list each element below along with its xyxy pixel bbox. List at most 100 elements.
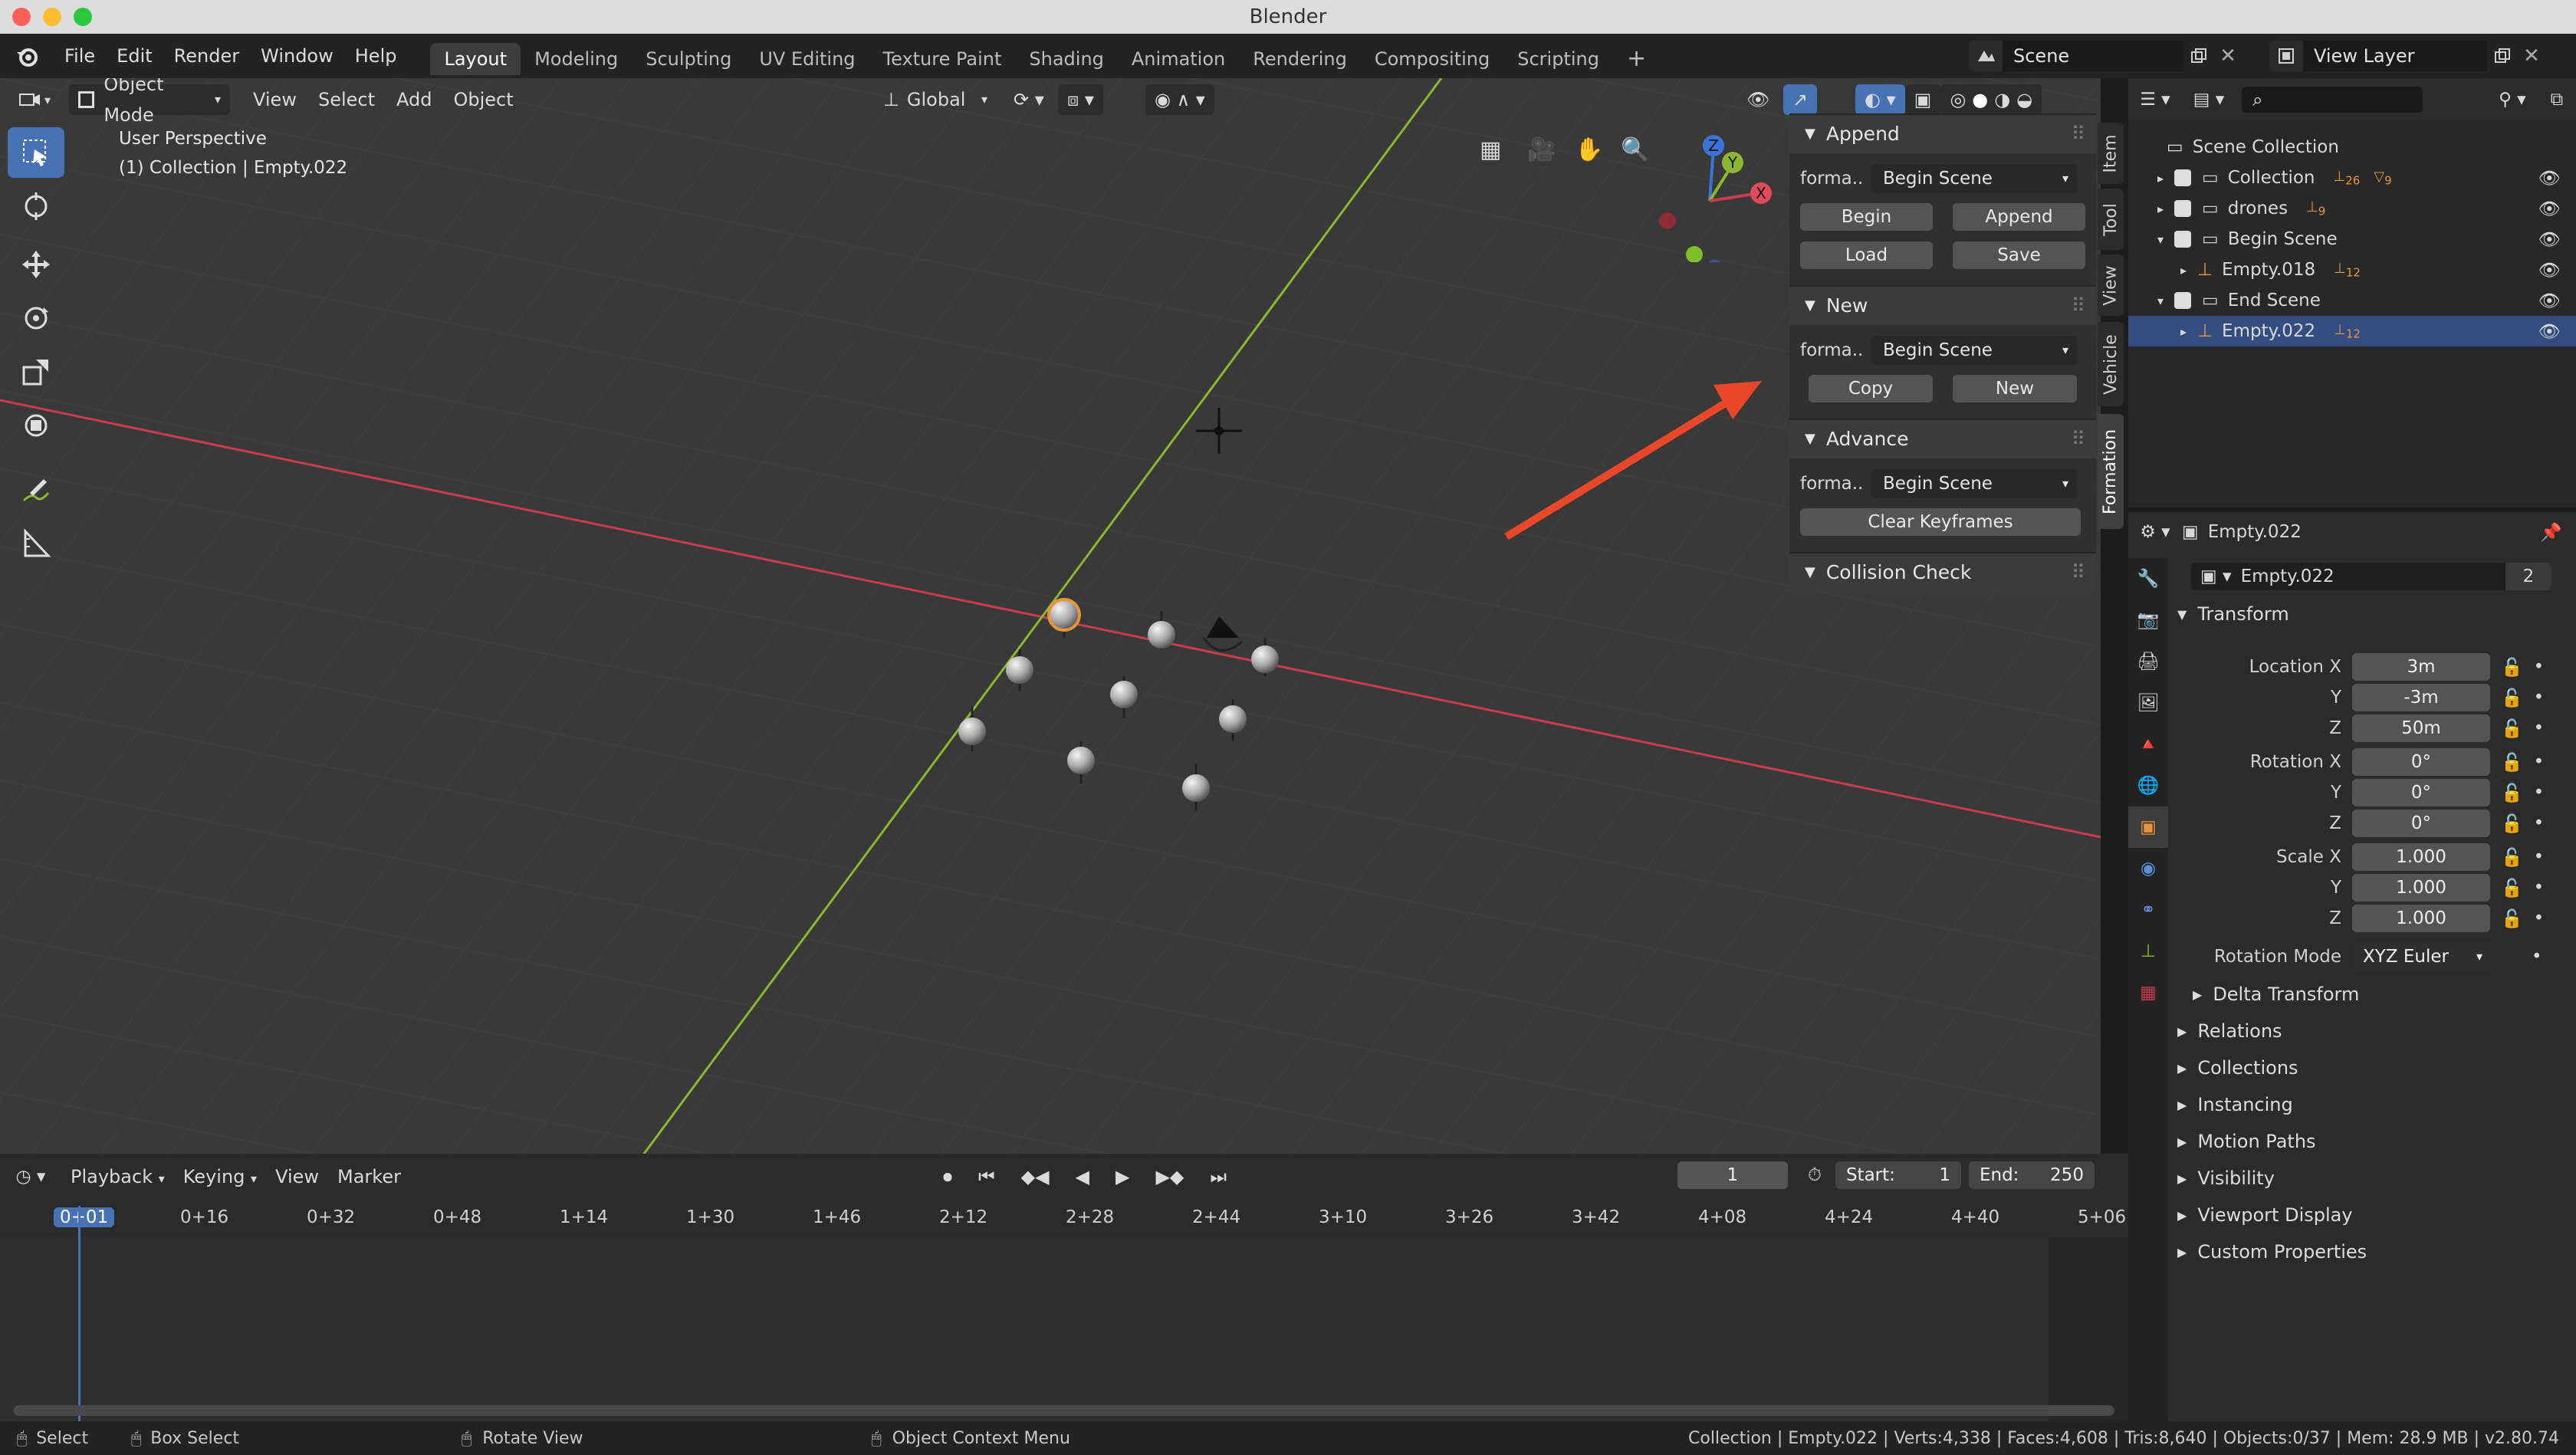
select-box-tool[interactable] [8, 127, 64, 178]
wireframe-shading-icon[interactable]: ◎ [1950, 84, 1966, 115]
child-count-badge[interactable]: ⊥12 [2334, 322, 2361, 341]
rotation-mode-select[interactable]: XYZ Euler ▾ [2352, 943, 2490, 971]
transform-tool[interactable] [8, 400, 64, 451]
view-layer-selector[interactable]: View Layer ✕ [2269, 41, 2545, 71]
location-z-field[interactable]: 50m [2352, 714, 2490, 742]
lock-icon[interactable]: 🔓 [2501, 657, 2523, 678]
child-count-badge[interactable]: ⊥12 [2334, 261, 2361, 280]
keyframe-dot-icon[interactable]: • [2534, 813, 2545, 833]
expand-toggle-icon[interactable]: ▾ [2128, 232, 2174, 247]
rotation-y-field[interactable]: 0° [2352, 779, 2490, 806]
eye-icon[interactable]: 👁 [2538, 321, 2561, 342]
keyframe-dot-icon[interactable]: • [2532, 947, 2542, 967]
drag-handle-icon[interactable]: ⠿ [2072, 286, 2085, 326]
previous-keyframe-icon[interactable]: ◆◀ [1012, 1161, 1059, 1192]
rendered-shading-icon[interactable]: ◒ [2016, 84, 2032, 115]
new-button[interactable]: New [1953, 375, 2077, 402]
keyframe-dot-icon[interactable]: • [2534, 847, 2545, 867]
outliner-row[interactable]: ▸ ▭ Collection ⊥26 ▽9 👁 [2128, 163, 2576, 193]
scene-selector[interactable]: Scene ✕ [1969, 41, 2242, 71]
user-count[interactable]: 2 [2505, 563, 2551, 590]
filter-icon[interactable]: ⚲ ▾ [2487, 90, 2538, 110]
lock-icon[interactable]: 🔓 [2501, 908, 2523, 929]
location-y-field[interactable]: -3m [2352, 684, 2490, 711]
menu-window[interactable]: Window [250, 34, 344, 78]
keyframe-dot-icon[interactable]: • [2534, 908, 2545, 928]
outliner-editor-type-icon[interactable]: ☰ ▾ [2128, 90, 2182, 110]
transform-orientation-selector[interactable]: ⊥ Global ▾ [874, 84, 997, 115]
delta-transform-header[interactable]: ▶ Delta Transform [2193, 977, 2576, 1012]
expand-toggle-icon[interactable]: ▸ [2128, 202, 2174, 216]
menu-edit[interactable]: Edit [106, 34, 163, 78]
child-count-badge[interactable]: ▽9 [2374, 169, 2391, 188]
menu-help[interactable]: Help [344, 34, 408, 78]
mode-selector[interactable]: Object Mode ▾ [69, 78, 230, 126]
pivot-icon[interactable]: ⟳ ▾ [1004, 84, 1053, 115]
exclude-checkbox[interactable] [2174, 231, 2191, 248]
new-view-layer-icon[interactable] [2487, 41, 2518, 71]
move-tool[interactable] [8, 239, 64, 290]
panel-visibility[interactable]: ▶ Visibility [2177, 1161, 2561, 1196]
timeline-ruler[interactable]: 0+01 0+16 0+32 0+48 1+14 1+30 1+46 2+12 2+28 2+44… [0, 1200, 2128, 1238]
child-count-badge[interactable]: ⊥9 [2306, 199, 2325, 218]
transform-panel-header[interactable]: ▼ Transform [2177, 596, 2561, 632]
keyframe-dot-icon[interactable]: • [2534, 752, 2545, 772]
scene-name-field[interactable]: Scene [2003, 41, 2183, 71]
drag-handle-icon[interactable]: ⠿ [2072, 419, 2085, 459]
timeline-menu-playback[interactable]: Playback ▾ [61, 1161, 174, 1192]
outliner-row[interactable]: ▸ ⊥ Empty.018 ⊥12 👁 [2128, 255, 2576, 285]
tab-rendering[interactable]: Rendering [1239, 43, 1361, 75]
load-button[interactable]: Load [1800, 241, 1933, 269]
properties-editor-type-icon[interactable]: ⚙ ▾ [2128, 522, 2182, 542]
annotate-tool[interactable] [8, 465, 64, 515]
texture-properties-icon[interactable]: ▦ [2128, 972, 2168, 1013]
blender-logo-icon[interactable] [0, 34, 54, 78]
3d-viewport[interactable]: ▾ Object Mode ▾ View Select Add Object ⊥ Gl… [0, 78, 2101, 1154]
stopwatch-icon[interactable]: ⏱ [1808, 1165, 1822, 1185]
tab-scripting[interactable]: Scripting [1503, 43, 1613, 75]
tab-view[interactable]: View [2098, 255, 2124, 316]
measure-tool[interactable] [8, 518, 64, 569]
pan-view-icon[interactable]: ✋ [1575, 136, 1603, 163]
child-count-badge[interactable]: ⊥26 [2334, 169, 2361, 188]
rotation-z-field[interactable]: 0° [2352, 810, 2490, 837]
begin-button[interactable]: Begin [1800, 203, 1933, 231]
drag-handle-icon[interactable]: ⠿ [2072, 553, 2085, 593]
play-reverse-icon[interactable]: ◀ [1066, 1161, 1099, 1192]
tab-shading[interactable]: Shading [1015, 43, 1118, 75]
delete-view-layer-icon[interactable]: ✕ [2518, 41, 2545, 71]
panel-instancing[interactable]: ▶ Instancing [2177, 1087, 2561, 1122]
tab-tool[interactable]: Tool [2098, 189, 2124, 250]
overlays-icon[interactable]: ◐ ▾ [1855, 84, 1905, 115]
keyframe-dot-icon[interactable]: • [2534, 878, 2545, 898]
delete-scene-icon[interactable]: ✕ [2214, 41, 2242, 71]
playhead[interactable] [78, 1206, 80, 1421]
menu-file[interactable]: File [54, 34, 106, 78]
menu-render[interactable]: Render [163, 34, 250, 78]
timeline-scrollbar[interactable] [14, 1405, 2114, 1416]
eye-icon[interactable]: 👁 [2538, 260, 2561, 281]
outliner-row[interactable]: ▸ ▭ drones ⊥9 👁 [2128, 193, 2576, 224]
copy-button[interactable]: Copy [1809, 375, 1933, 402]
exclude-checkbox[interactable] [2174, 169, 2191, 186]
append-panel-header[interactable]: ▼ Append ⠿ [1789, 113, 2096, 153]
scale-tool[interactable] [8, 347, 64, 397]
timeline-menu-view[interactable]: View [266, 1161, 328, 1192]
panel-custom-properties[interactable]: ▶ Custom Properties [2177, 1234, 2561, 1269]
keyframe-dot-icon[interactable]: • [2534, 718, 2545, 738]
proportional-editing-icon[interactable]: ◉ ∧ ▾ [1145, 84, 1214, 115]
drag-handle-icon[interactable]: ⠿ [2072, 114, 2085, 154]
jump-end-icon[interactable]: ⏭ [1201, 1161, 1236, 1192]
expand-toggle-icon[interactable]: ▸ [2128, 324, 2197, 339]
tab-sculpting[interactable]: Sculpting [632, 43, 745, 75]
rotation-x-field[interactable]: 0° [2352, 748, 2490, 776]
tab-uv-editing[interactable]: UV Editing [745, 43, 869, 75]
viewport-menu-view[interactable]: View [244, 84, 306, 115]
panel-collections[interactable]: ▶ Collections [2177, 1050, 2561, 1086]
location-x-field[interactable]: 3m [2352, 653, 2490, 681]
keyframe-dot-icon[interactable]: • [2534, 657, 2545, 677]
lock-icon[interactable]: 🔓 [2501, 752, 2523, 773]
lock-icon[interactable]: 🔓 [2501, 813, 2523, 834]
eye-icon[interactable]: 👁 [2538, 199, 2561, 219]
scale-y-field[interactable]: 1.000 [2352, 874, 2490, 902]
